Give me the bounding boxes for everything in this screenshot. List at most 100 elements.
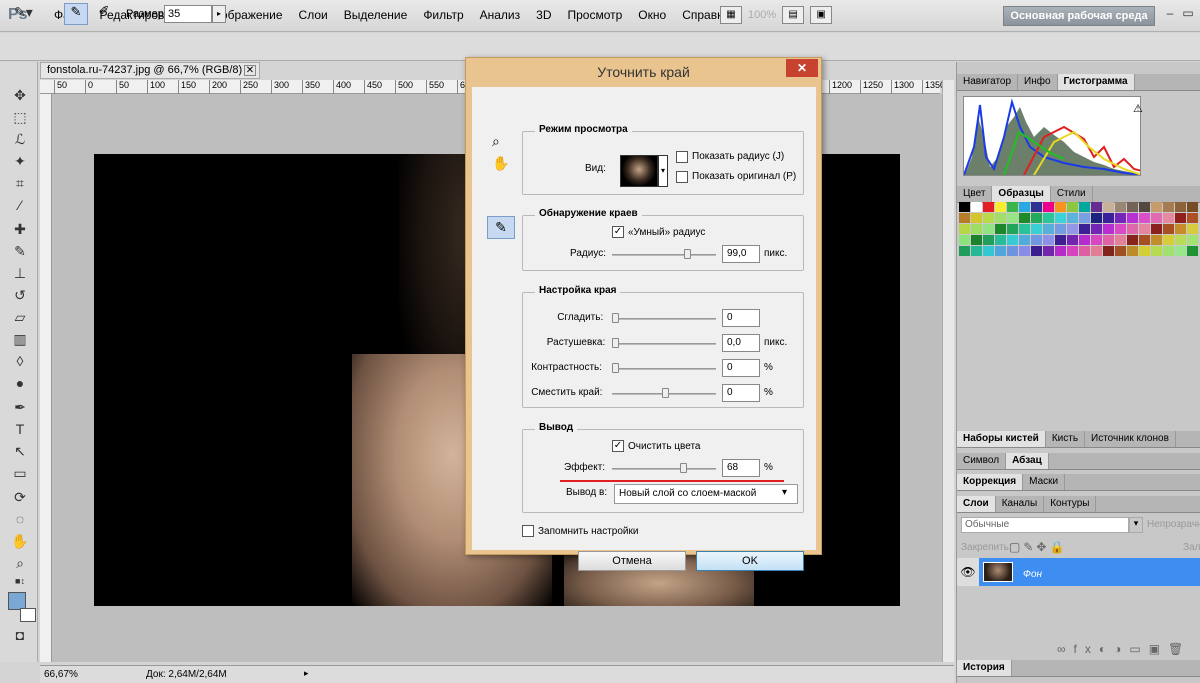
- swatch[interactable]: [1163, 246, 1174, 256]
- pen-tool-icon[interactable]: ✒: [10, 398, 30, 416]
- swatch[interactable]: [1091, 235, 1102, 245]
- swatch[interactable]: [1007, 235, 1018, 245]
- erase-refinements-tool-icon[interactable]: ✐: [92, 3, 116, 25]
- swatch[interactable]: [959, 224, 970, 234]
- swatch[interactable]: [995, 202, 1006, 212]
- tool-preset-picker-icon[interactable]: ✎▾: [14, 4, 44, 24]
- adjust-row-slider-knob[interactable]: [612, 313, 619, 323]
- swatch[interactable]: [1043, 224, 1054, 234]
- swatch[interactable]: [1007, 246, 1018, 256]
- swatch[interactable]: [1151, 235, 1162, 245]
- adjust-row-input[interactable]: 0: [722, 309, 760, 327]
- swatch[interactable]: [1139, 213, 1150, 223]
- decontaminate-checkbox[interactable]: ✓: [612, 440, 624, 452]
- amount-slider[interactable]: [612, 468, 716, 470]
- maximize-icon[interactable]: ▭: [1182, 6, 1194, 20]
- swatch[interactable]: [1139, 202, 1150, 212]
- type-tool-icon[interactable]: T: [10, 420, 30, 438]
- swatch[interactable]: [995, 246, 1006, 256]
- close-icon[interactable]: ✕: [786, 59, 818, 77]
- swatch[interactable]: [1079, 213, 1090, 223]
- swatch[interactable]: [1103, 213, 1114, 223]
- refine-radius-brush-icon[interactable]: ✎: [487, 216, 515, 239]
- swatch[interactable]: [983, 235, 994, 245]
- layer-name[interactable]: Фон: [1023, 569, 1042, 580]
- swatch[interactable]: [1091, 246, 1102, 256]
- swatch[interactable]: [1163, 202, 1174, 212]
- swatch[interactable]: [983, 202, 994, 212]
- zoom-icon[interactable]: ⌕: [492, 133, 500, 150]
- refine-radius-tool-icon[interactable]: ✎: [64, 3, 88, 25]
- swatch[interactable]: [1031, 235, 1042, 245]
- swatch[interactable]: [1187, 202, 1198, 212]
- swatch[interactable]: [971, 202, 982, 212]
- hand-icon[interactable]: ✋: [492, 155, 509, 172]
- swatch[interactable]: [1187, 246, 1198, 256]
- menu-item-3[interactable]: Слои: [291, 8, 336, 22]
- swatch[interactable]: [1175, 213, 1186, 223]
- cancel-button[interactable]: Отмена: [578, 551, 686, 571]
- amount-slider-knob[interactable]: [680, 463, 687, 473]
- tab-channels[interactable]: Каналы: [996, 496, 1045, 512]
- swatch[interactable]: [1031, 213, 1042, 223]
- swatch[interactable]: [1187, 224, 1198, 234]
- tab-info[interactable]: Инфо: [1018, 74, 1058, 90]
- swatch[interactable]: [1175, 246, 1186, 256]
- swatch[interactable]: [1127, 235, 1138, 245]
- tab-brush[interactable]: Кисть: [1046, 431, 1086, 447]
- swatch[interactable]: [1187, 235, 1198, 245]
- lock-icons[interactable]: ▢✎✥🔒: [1009, 540, 1067, 554]
- swatch[interactable]: [1115, 213, 1126, 223]
- swatch[interactable]: [1055, 246, 1066, 256]
- swatch[interactable]: [1151, 213, 1162, 223]
- dodge-tool-icon[interactable]: ●: [10, 374, 30, 392]
- swatch[interactable]: [971, 235, 982, 245]
- status-menu-arrow-icon[interactable]: ▸: [304, 668, 316, 680]
- history-brush-tool-icon[interactable]: ↺: [10, 286, 30, 304]
- swatch[interactable]: [1043, 213, 1054, 223]
- adjust-row-input[interactable]: 0: [722, 359, 760, 377]
- swatch[interactable]: [1091, 224, 1102, 234]
- swatch[interactable]: [1163, 213, 1174, 223]
- swatch[interactable]: [1187, 213, 1198, 223]
- adjust-row-input[interactable]: 0,0: [722, 334, 760, 352]
- swatch[interactable]: [983, 213, 994, 223]
- swatch[interactable]: [1139, 224, 1150, 234]
- swatch[interactable]: [1139, 246, 1150, 256]
- swatch[interactable]: [971, 224, 982, 234]
- swatch[interactable]: [1007, 224, 1018, 234]
- ok-button[interactable]: OK: [696, 551, 804, 571]
- eye-icon[interactable]: 👁: [957, 558, 979, 586]
- tab-color[interactable]: Цвет: [957, 186, 993, 202]
- zoom-tool-icon[interactable]: ⌕: [10, 554, 30, 572]
- swatch[interactable]: [1103, 246, 1114, 256]
- radius-slider[interactable]: [612, 254, 716, 256]
- swatch[interactable]: [1079, 202, 1090, 212]
- swatch[interactable]: [1031, 202, 1042, 212]
- lasso-tool-icon[interactable]: ℒ: [10, 130, 30, 148]
- status-zoom[interactable]: 66,67%: [44, 669, 78, 680]
- histogram-warning-icon[interactable]: ⚠: [1133, 102, 1143, 115]
- smart-radius-checkbox[interactable]: ✓: [612, 226, 624, 238]
- crop-tool-icon[interactable]: ⌗: [10, 174, 30, 192]
- view-dropdown-arrow-icon[interactable]: ▾: [658, 155, 668, 187]
- tab-layers[interactable]: Слои: [957, 496, 996, 512]
- tab-clone-source[interactable]: Источник клонов: [1085, 431, 1176, 447]
- swatch[interactable]: [1115, 235, 1126, 245]
- swatch[interactable]: [1115, 224, 1126, 234]
- swatch[interactable]: [1151, 202, 1162, 212]
- gradient-tool-icon[interactable]: ▥: [10, 330, 30, 348]
- swatch[interactable]: [1043, 235, 1054, 245]
- swatch[interactable]: [1127, 213, 1138, 223]
- show-radius-checkbox[interactable]: [676, 151, 688, 163]
- close-icon[interactable]: ✕: [244, 65, 256, 76]
- swatch[interactable]: [1055, 224, 1066, 234]
- eraser-tool-icon[interactable]: ▱: [10, 308, 30, 326]
- eyedropper-tool-icon[interactable]: ⁄: [10, 196, 30, 214]
- swatch[interactable]: [1007, 202, 1018, 212]
- swatch[interactable]: [1079, 224, 1090, 234]
- swatch[interactable]: [1115, 202, 1126, 212]
- swatch[interactable]: [1163, 224, 1174, 234]
- tab-character[interactable]: Символ: [957, 453, 1007, 469]
- swatch[interactable]: [1031, 246, 1042, 256]
